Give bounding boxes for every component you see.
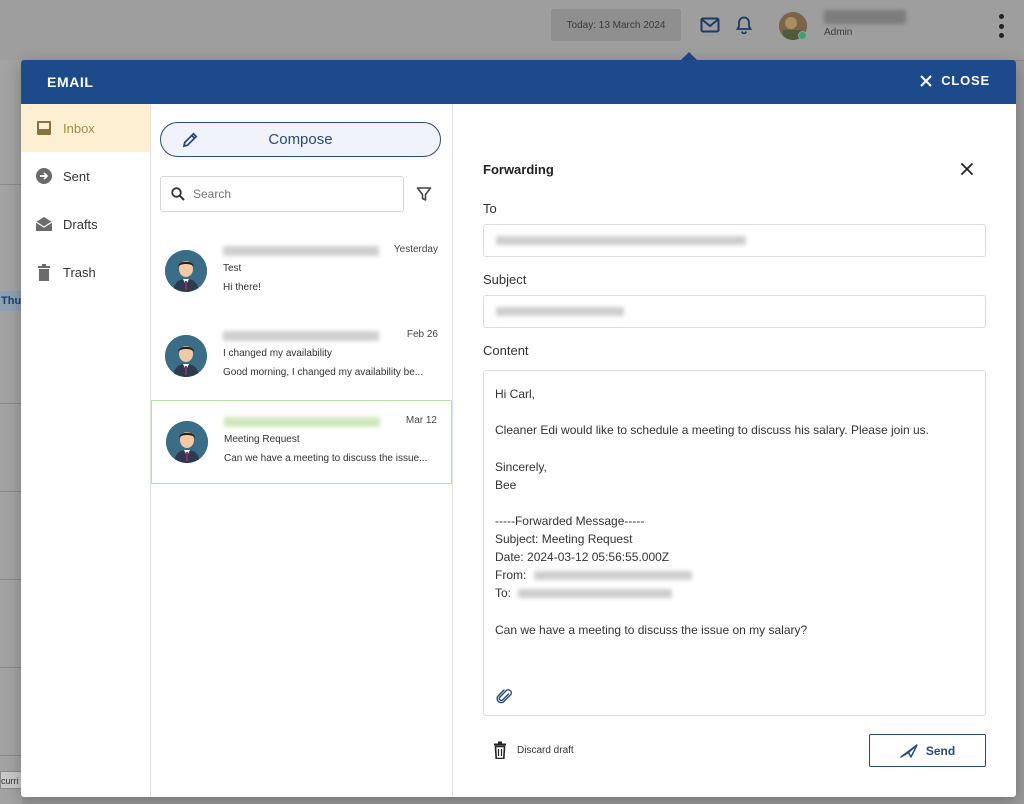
forward-to-redacted bbox=[518, 589, 673, 599]
message-date: Yesterday bbox=[393, 244, 438, 255]
close-icon[interactable] bbox=[960, 162, 976, 178]
background-divider bbox=[0, 755, 22, 756]
sender-email-redacted bbox=[223, 246, 379, 256]
message-item[interactable]: Yesterday Test Hi there! bbox=[151, 230, 452, 314]
filter-icon[interactable] bbox=[416, 186, 432, 202]
pencil-icon bbox=[181, 131, 199, 154]
forward-date: Date: 2024-03-12 05:56:55.000Z bbox=[495, 550, 670, 564]
to-value-redacted bbox=[496, 236, 746, 245]
message-date: Mar 12 bbox=[405, 415, 437, 426]
background-footer-fragment: curri bbox=[0, 771, 22, 789]
today-date-pill: Today: 13 March 2024 bbox=[551, 9, 681, 41]
message-subject: Test bbox=[223, 263, 242, 274]
search-box bbox=[160, 176, 404, 212]
forward-to-label: To: bbox=[495, 586, 512, 600]
search-icon bbox=[171, 187, 185, 201]
compose-label: Compose bbox=[268, 131, 333, 148]
message-item[interactable]: Feb 26 I changed my availability Good mo… bbox=[151, 315, 452, 399]
drafts-icon bbox=[35, 215, 53, 233]
content-editor[interactable]: Hi Carl, Cleaner Edi would like to sched… bbox=[483, 370, 986, 716]
folder-label: Sent bbox=[63, 168, 90, 184]
folder-label: Trash bbox=[63, 264, 96, 280]
online-status-dot bbox=[798, 31, 807, 40]
subject-value-redacted bbox=[496, 307, 624, 316]
user-role: Admin bbox=[824, 27, 853, 38]
message-subject: I changed my availability bbox=[223, 348, 332, 359]
content-body: Cleaner Edi would like to schedule a mee… bbox=[495, 423, 930, 437]
content-label: Content bbox=[483, 343, 529, 358]
background-sidebar bbox=[0, 60, 22, 804]
discard-draft-button[interactable]: Discard draft bbox=[493, 741, 574, 759]
sent-icon bbox=[35, 167, 53, 185]
compose-button[interactable]: Compose bbox=[160, 122, 441, 157]
background-divider bbox=[0, 403, 22, 404]
folder-sidebar: Inbox Sent Drafts Trash bbox=[21, 104, 151, 797]
folder-label: Inbox bbox=[63, 120, 95, 136]
panel-title: Forwarding bbox=[483, 162, 554, 177]
folder-inbox[interactable]: Inbox bbox=[21, 104, 150, 152]
message-preview: Good morning, I changed my availability … bbox=[223, 367, 424, 378]
forward-from-label: From: bbox=[495, 568, 527, 582]
to-label: To bbox=[483, 201, 497, 216]
email-modal: EMAIL CLOSE Inbox Sent Drafts Trash Comp… bbox=[21, 60, 1016, 797]
top-bar: Today: 13 March 2024 Admin bbox=[0, 0, 1024, 61]
inbox-icon bbox=[35, 119, 53, 137]
more-menu-icon[interactable] bbox=[996, 14, 1006, 38]
forward-body: Can we have a meeting to discuss the iss… bbox=[495, 623, 808, 637]
content-signoff: Sincerely, bbox=[495, 460, 547, 474]
send-icon bbox=[900, 743, 918, 758]
close-button[interactable]: CLOSE bbox=[920, 73, 990, 88]
subject-label: Subject bbox=[483, 272, 527, 287]
forward-to-line: To: bbox=[495, 586, 673, 600]
sender-avatar bbox=[165, 335, 207, 377]
trash-icon bbox=[493, 741, 507, 759]
bell-icon[interactable] bbox=[733, 14, 755, 36]
folder-drafts[interactable]: Drafts bbox=[21, 200, 150, 248]
sender-email-redacted bbox=[224, 417, 380, 427]
background-divider bbox=[0, 491, 22, 492]
forward-panel: Forwarding To Subject Content Hi Carl, C… bbox=[453, 104, 1016, 797]
content-greeting: Hi Carl, bbox=[495, 387, 536, 401]
sender-avatar bbox=[166, 421, 208, 463]
mail-icon[interactable] bbox=[699, 14, 721, 36]
forward-from-line: From: bbox=[495, 568, 692, 582]
email-modal-header: EMAIL CLOSE bbox=[21, 60, 1016, 104]
background-divider bbox=[0, 667, 22, 668]
sender-email-redacted bbox=[223, 331, 379, 341]
message-preview: Hi there! bbox=[223, 282, 261, 293]
subject-field[interactable] bbox=[483, 295, 986, 328]
folder-trash[interactable]: Trash bbox=[21, 248, 150, 296]
background-divider bbox=[0, 184, 22, 185]
sender-avatar bbox=[165, 250, 207, 292]
mail-popover-notch bbox=[681, 52, 697, 60]
close-icon bbox=[920, 74, 932, 87]
user-name-redacted bbox=[824, 10, 906, 24]
message-date: Feb 26 bbox=[406, 329, 438, 340]
trash-icon bbox=[35, 263, 53, 281]
search-input[interactable] bbox=[191, 186, 385, 202]
discard-draft-label: Discard draft bbox=[517, 744, 574, 756]
send-label: Send bbox=[925, 743, 956, 758]
content-signature: Bee bbox=[495, 478, 517, 492]
close-label: CLOSE bbox=[941, 73, 990, 88]
send-button[interactable]: Send bbox=[869, 734, 986, 767]
forward-header: -----Forwarded Message----- bbox=[495, 514, 645, 528]
message-list-column: Compose Yesterday Test Hi there! Feb bbox=[151, 104, 453, 797]
email-modal-title: EMAIL bbox=[47, 74, 94, 90]
message-preview: Can we have a meeting to discuss the iss… bbox=[224, 453, 428, 464]
folder-sent[interactable]: Sent bbox=[21, 152, 150, 200]
forward-subject: Subject: Meeting Request bbox=[495, 532, 633, 546]
folder-label: Drafts bbox=[63, 216, 98, 232]
attachment-icon[interactable] bbox=[496, 688, 514, 706]
background-calendar-day: Thu bbox=[0, 291, 22, 311]
message-item-selected[interactable]: Mar 12 Meeting Request Can we have a mee… bbox=[151, 400, 452, 484]
background-divider bbox=[0, 579, 22, 580]
message-subject: Meeting Request bbox=[224, 434, 300, 445]
forward-from-redacted bbox=[533, 571, 692, 581]
to-field[interactable] bbox=[483, 224, 986, 257]
